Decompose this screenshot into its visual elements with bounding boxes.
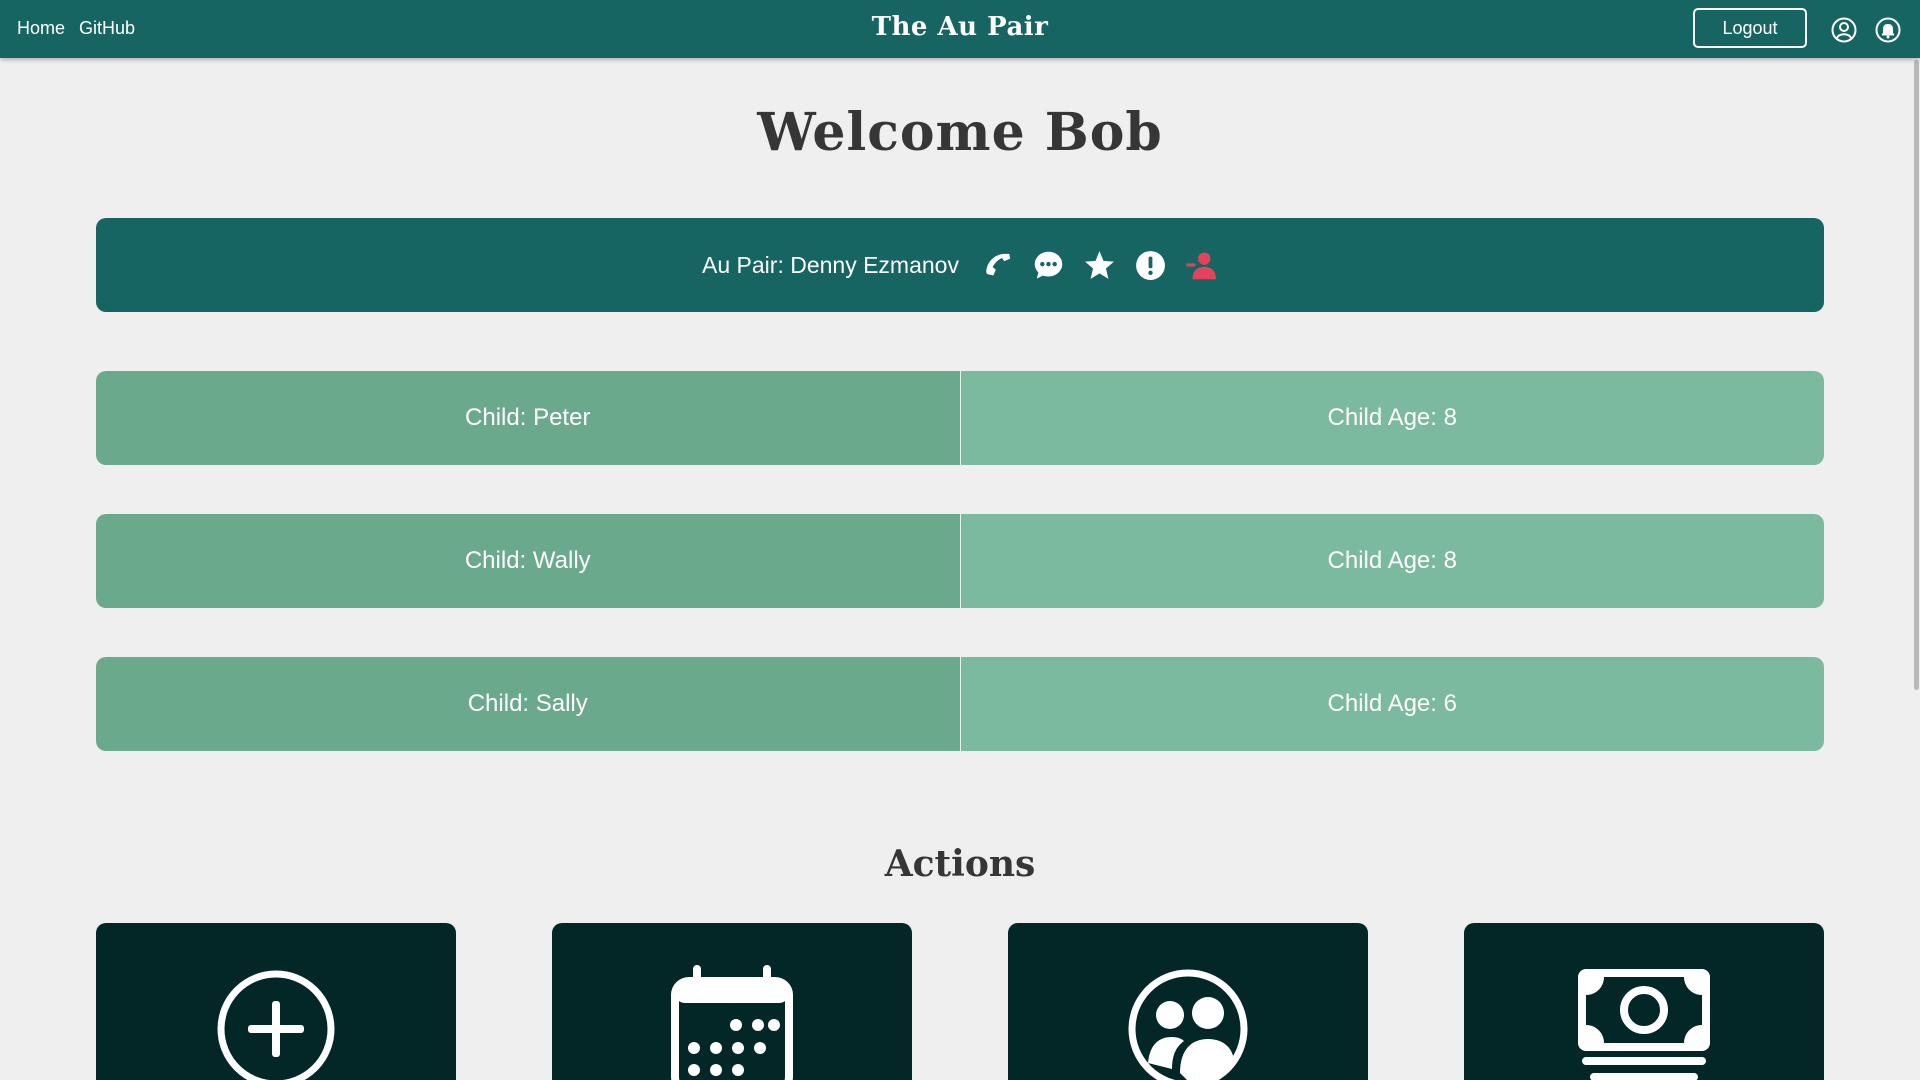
au-pair-label: Au Pair: Denny Ezmanov (702, 251, 959, 278)
nav-github-link[interactable]: GitHub (79, 18, 135, 39)
people-icon (1128, 969, 1248, 1080)
child-name: Child: Peter (96, 371, 961, 465)
brand-title: The Au Pair (871, 12, 1049, 42)
bell-icon[interactable] (1875, 17, 1901, 43)
au-pair-bar: Au Pair: Denny Ezmanov (96, 218, 1824, 312)
child-name: Child: Wally (96, 514, 961, 608)
child-age: Child Age: 6 (960, 657, 1824, 751)
child-row: Child: Wally Child Age: 8 (96, 514, 1824, 608)
user-circle-icon[interactable] (1831, 17, 1857, 43)
money-icon (1578, 969, 1710, 1080)
remove-user-icon[interactable] (1185, 249, 1218, 282)
top-navbar: Home GitHub The Au Pair Logout (0, 0, 1920, 58)
phone-icon[interactable] (981, 249, 1014, 282)
child-age: Child Age: 8 (960, 514, 1824, 608)
chat-icon[interactable] (1032, 249, 1065, 282)
nav-home-link[interactable]: Home (17, 18, 65, 39)
child-age: Child Age: 8 (960, 371, 1824, 465)
child-row: Child: Sally Child Age: 6 (96, 657, 1824, 751)
alert-icon[interactable] (1134, 249, 1167, 282)
add-circle-icon (217, 970, 335, 1080)
actions-heading: Actions (884, 843, 1036, 885)
logout-button[interactable]: Logout (1693, 8, 1807, 48)
calendar-action-card[interactable] (552, 923, 912, 1080)
nav-links: Home GitHub (17, 18, 135, 39)
child-name: Child: Sally (96, 657, 961, 751)
welcome-heading: Welcome Bob (757, 102, 1163, 163)
child-row: Child: Peter Child Age: 8 (96, 371, 1824, 465)
money-action-card[interactable] (1464, 923, 1824, 1080)
star-icon[interactable] (1083, 249, 1116, 282)
people-action-card[interactable] (1008, 923, 1368, 1080)
calendar-icon (671, 965, 793, 1080)
add-action-card[interactable] (96, 923, 456, 1080)
